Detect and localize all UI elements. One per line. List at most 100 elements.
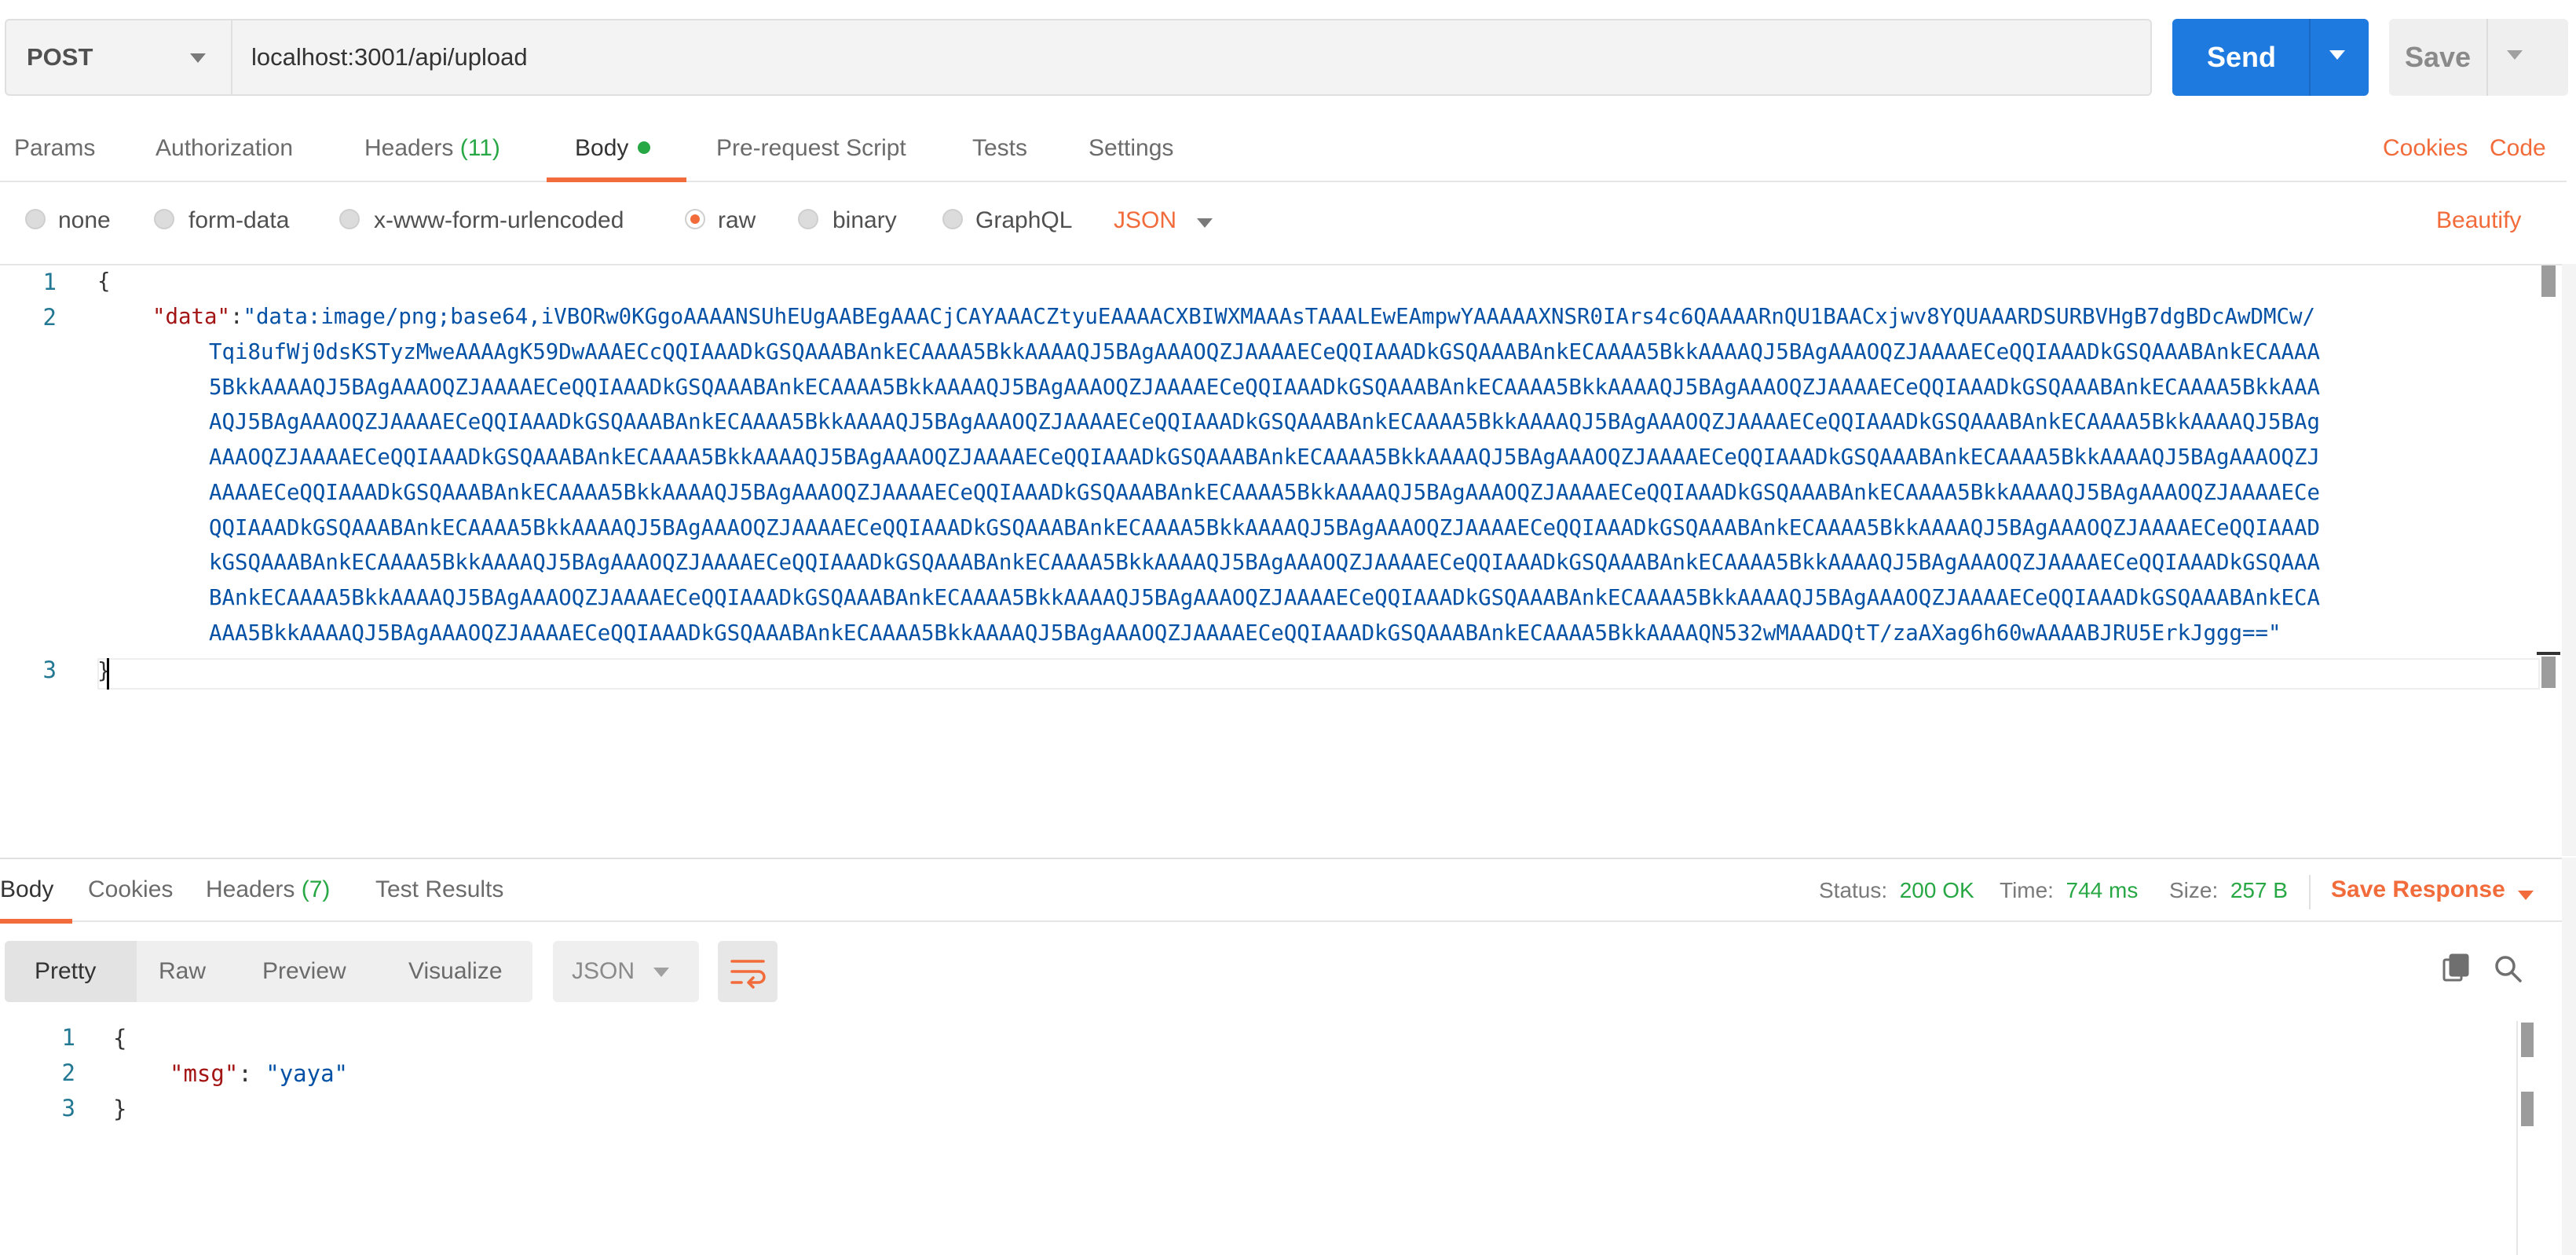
json-value-line: BAnkECAAAA5BkkAAAAQJ5BAgAAAOQZJAAAAECeQQ…	[209, 586, 2320, 610]
radio-raw-label[interactable]: raw	[718, 207, 756, 234]
json-value-line: "data:image/png;base64,iVBORw0KGgoAAAANS…	[243, 305, 2315, 329]
line-number: 3	[42, 657, 57, 683]
editor-scrollbar-track[interactable]	[2562, 264, 2576, 856]
view-preview-button[interactable]: Preview	[262, 958, 346, 985]
resp-tab-test-results[interactable]: Test Results	[375, 876, 503, 903]
tab-params[interactable]: Params	[14, 135, 95, 162]
tab-tests[interactable]: Tests	[972, 135, 1027, 162]
resp-open-brace: {	[113, 1025, 127, 1052]
json-value-line: kGSQAAABAnkECAAAA5BkkAAAAQJ5BAgAAAOQZJAA…	[209, 551, 2320, 575]
body-modified-dot-icon	[638, 141, 651, 155]
resp-json-colon: :	[238, 1060, 266, 1087]
line-number: 1	[61, 1024, 75, 1051]
line-number: 3	[61, 1095, 75, 1121]
radio-none[interactable]	[25, 209, 46, 229]
radio-none-label[interactable]: none	[58, 207, 111, 234]
beautify-link[interactable]: Beautify	[2436, 207, 2521, 234]
resp-json-key: "msg"	[170, 1060, 239, 1087]
resp-tab-headers-count: (7)	[301, 876, 331, 902]
response-scrollbar-marker	[2521, 1092, 2534, 1126]
json-colon: :	[229, 305, 243, 329]
resp-tab-body[interactable]: Body	[0, 876, 53, 903]
response-view-mode: Pretty Raw Preview Visualize	[5, 941, 532, 1002]
resp-tab-headers[interactable]: Headers (7)	[206, 876, 330, 903]
send-divider	[2309, 19, 2311, 96]
copy-icon[interactable]	[2441, 952, 2472, 986]
radio-graphql[interactable]	[942, 209, 963, 229]
resp-tab-cookies[interactable]: Cookies	[88, 876, 173, 903]
tab-headers[interactable]: Headers (11)	[364, 135, 500, 162]
send-label: Send	[2207, 41, 2277, 73]
time-readout: Time: 744 ms	[2000, 878, 2138, 903]
cookies-link[interactable]: Cookies	[2383, 135, 2468, 162]
status-label: Status:	[1819, 878, 1888, 902]
response-format-select[interactable]: JSON	[553, 941, 699, 1002]
time-value: 744 ms	[2066, 878, 2139, 902]
status-readout: Status: 200 OK	[1819, 878, 1974, 903]
line-number: 1	[42, 269, 57, 295]
radio-binary-label[interactable]: binary	[832, 207, 897, 234]
radio-graphql-label[interactable]: GraphQL	[975, 207, 1072, 234]
save-response-chevron-down-icon[interactable]	[2518, 891, 2534, 900]
line-number: 2	[61, 1059, 75, 1086]
tab-authorization[interactable]: Authorization	[156, 135, 293, 162]
view-raw-button[interactable]: Raw	[159, 958, 206, 985]
active-tab-indicator	[547, 177, 686, 182]
save-button[interactable]: Save	[2389, 19, 2568, 96]
chevron-down-icon	[190, 53, 206, 63]
json-value-line: AAAOQZJAAAAECeQQIAAADkGSQAAABAnkECAAAA5B…	[209, 445, 2320, 470]
json-value-line: AAA5BkkAAAAQJ5BAgAAAOQZJAAAAECeQQIAAADkG…	[209, 621, 2281, 646]
save-divider	[2486, 19, 2488, 96]
tab-body[interactable]: Body	[575, 135, 651, 162]
text-cursor	[107, 658, 109, 690]
size-value: 257 B	[2230, 878, 2288, 902]
editor-scrollbar-thumb[interactable]	[2541, 265, 2556, 297]
tab-settings[interactable]: Settings	[1089, 135, 1173, 162]
json-key: "data"	[152, 305, 230, 329]
radio-binary[interactable]	[798, 209, 818, 229]
code-link[interactable]: Code	[2490, 135, 2546, 162]
body-format-chevron-down-icon[interactable]	[1197, 218, 1213, 228]
radio-raw[interactable]	[685, 209, 705, 229]
response-format-label: JSON	[572, 958, 635, 984]
json-value-line: Tqi8ufWj0dsKSTyzMweAAAAgK59DwAAAECcQQIAA…	[209, 340, 2320, 364]
status-value: 200 OK	[1899, 878, 1974, 902]
body-format-select[interactable]: JSON	[1114, 207, 1176, 234]
request-tabs: Params Authorization Headers (11) Body P…	[0, 118, 2567, 182]
wrap-lines-button[interactable]	[718, 941, 778, 1002]
json-value-line: QQIAAADkGSQAAABAnkECAAAA5BkkAAAAQJ5BAgAA…	[209, 516, 2320, 540]
editor-scrollbar-marker	[2541, 657, 2556, 688]
response-scrollbar-thumb[interactable]	[2521, 1023, 2534, 1057]
response-body-viewer[interactable]	[0, 1013, 2562, 1255]
body-type-selector: none form-data x-www-form-urlencoded raw…	[0, 196, 2567, 251]
size-readout: Size: 257 B	[2169, 878, 2288, 903]
save-options-chevron-down-icon[interactable]	[2507, 50, 2523, 60]
radio-form-data[interactable]	[154, 209, 174, 229]
method-select[interactable]: POST	[5, 19, 231, 96]
tab-headers-label: Headers	[364, 135, 454, 161]
view-pretty-button[interactable]: Pretty	[35, 958, 96, 985]
resp-close-brace: }	[113, 1096, 127, 1122]
tab-pre-request-script[interactable]: Pre-request Script	[716, 135, 906, 162]
resp-line-2: "msg": "yaya"	[170, 1056, 348, 1092]
search-icon[interactable]	[2493, 953, 2524, 985]
view-visualize-button[interactable]: Visualize	[408, 958, 503, 985]
editor-overview-marker	[2537, 652, 2560, 655]
url-input[interactable]: localhost:3001/api/upload	[231, 19, 2152, 96]
code-open-brace: {	[97, 269, 111, 294]
send-options-chevron-down-icon[interactable]	[2329, 50, 2345, 60]
tab-headers-count: (11)	[459, 135, 500, 161]
send-button[interactable]: Send	[2172, 19, 2369, 96]
tab-body-label: Body	[575, 135, 629, 161]
method-label: POST	[27, 43, 93, 71]
url-text: localhost:3001/api/upload	[251, 43, 528, 71]
radio-form-data-label[interactable]: form-data	[188, 207, 289, 234]
radio-urlencoded[interactable]	[339, 209, 360, 229]
json-value-line: 5BkkAAAAQJ5BAgAAAOQZJAAAAECeQQIAAADkGSQA…	[209, 375, 2320, 400]
radio-urlencoded-label[interactable]: x-www-form-urlencoded	[374, 207, 624, 234]
chevron-down-icon	[653, 968, 669, 977]
time-label: Time:	[2000, 878, 2054, 902]
page-scrollbar-track[interactable]	[2562, 858, 2576, 1255]
save-response-button[interactable]: Save Response	[2331, 876, 2505, 903]
response-scrollbar-track	[2516, 1021, 2518, 1255]
